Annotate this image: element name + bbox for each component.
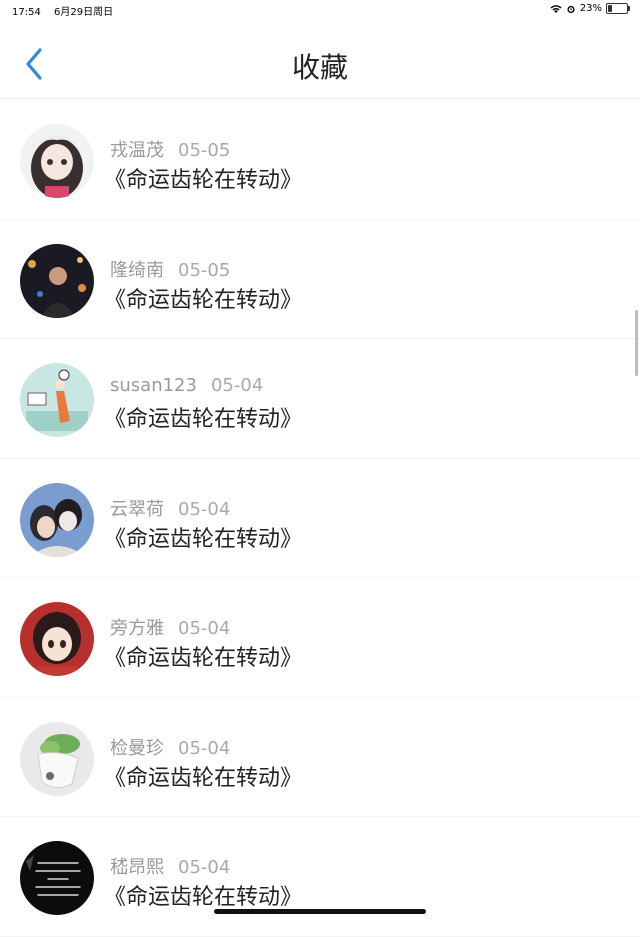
item-meta: 戎温茂 05-05: [110, 136, 230, 162]
avatar: [20, 482, 94, 557]
list-item[interactable]: 检曼珍 05-04 《命运齿轮在转动》: [0, 698, 640, 817]
item-author: 检曼珍: [110, 737, 164, 759]
home-indicator[interactable]: [214, 909, 426, 914]
item-meta: 嵇昂熙 05-04: [110, 853, 230, 879]
item-author: 嵇昂熙: [110, 857, 164, 878]
item-date: 05-04: [178, 498, 231, 520]
item-title: 《命运齿轮在转动》: [104, 287, 303, 313]
status-date: 6月29日周日: [54, 7, 114, 18]
item-date: 05-05: [178, 140, 231, 161]
list-item[interactable]: 旁方雅 05-04 《命运齿轮在转动》: [0, 578, 640, 698]
battery-icon: [606, 3, 630, 14]
avatar: [20, 124, 94, 198]
item-date: 05-04: [178, 618, 231, 639]
item-author: 旁方雅: [110, 618, 164, 639]
avatar: [20, 721, 94, 796]
status-right: 23%: [550, 3, 630, 14]
navigation-bar: 收藏: [0, 22, 640, 99]
item-title: 《命运齿轮在转动》: [104, 526, 303, 552]
item-author: 隆绮南: [110, 259, 164, 281]
item-title: 《命运齿轮在转动》: [104, 646, 303, 671]
list-item[interactable]: 云翠荷 05-04 《命运齿轮在转动》: [0, 459, 640, 578]
item-meta: 云翠荷 05-04: [110, 495, 230, 521]
item-date: 05-04: [178, 857, 231, 878]
list-item[interactable]: susan123 05-04 《命运齿轮在转动》: [0, 339, 640, 459]
status-time: 17:54: [12, 7, 41, 18]
item-author: 云翠荷: [110, 498, 164, 520]
item-meta: 隆绮南 05-05: [110, 256, 230, 282]
scroll-indicator[interactable]: [635, 310, 638, 376]
avatar: [20, 841, 94, 915]
page-title: 收藏: [291, 51, 348, 84]
alarm-icon: [567, 5, 575, 13]
battery-percent: 23%: [579, 3, 602, 14]
wifi-icon: [550, 4, 562, 13]
list-item[interactable]: 隆绮南 05-05 《命运齿轮在转动》: [0, 220, 640, 339]
item-meta: susan123 05-04: [110, 375, 263, 396]
list-item[interactable]: 嵇昂熙 05-04 《命运齿轮在转动》: [0, 817, 640, 937]
item-title: 《命运齿轮在转动》: [104, 885, 303, 910]
item-date: 05-05: [178, 259, 231, 281]
item-date: 05-04: [210, 375, 264, 396]
avatar: [20, 363, 94, 437]
item-title: 《命运齿轮在转动》: [104, 168, 303, 193]
item-title: 《命运齿轮在转动》: [104, 765, 303, 791]
item-author: 戎温茂: [110, 140, 164, 161]
status-bar: 17:54 6月29日周日 23%: [0, 0, 640, 18]
item-date: 05-04: [178, 737, 231, 759]
list-item[interactable]: 戎温茂 05-05 《命运齿轮在转动》: [0, 100, 640, 220]
favorites-list: 戎温茂 05-05 《命运齿轮在转动》 隆绮南 05-05 《命运齿轮在转动》: [0, 100, 640, 937]
item-author: susan123: [110, 375, 197, 396]
item-meta: 旁方雅 05-04: [110, 614, 230, 640]
status-left: 17:54 6月29日周日: [12, 3, 123, 18]
avatar: [20, 602, 94, 676]
item-meta: 检曼珍 05-04: [110, 734, 230, 760]
item-title: 《命运齿轮在转动》: [104, 407, 303, 432]
avatar: [20, 243, 94, 318]
